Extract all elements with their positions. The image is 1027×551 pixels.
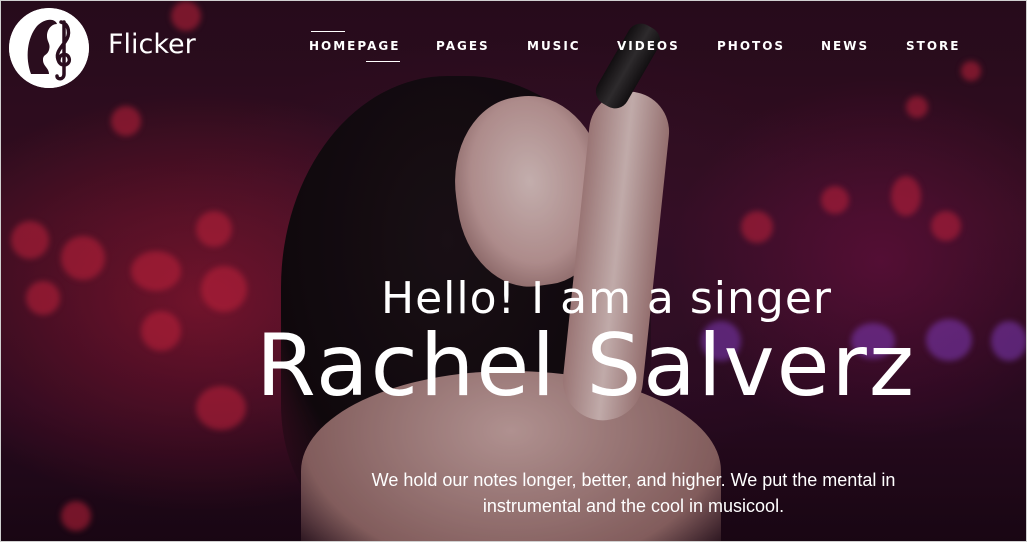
- nav-pages[interactable]: PAGES: [436, 39, 490, 53]
- logo-icon[interactable]: [9, 8, 89, 88]
- nav-store[interactable]: STORE: [906, 39, 960, 53]
- singer-treble-clef-icon: [9, 8, 89, 88]
- nav-news[interactable]: NEWS: [821, 39, 869, 53]
- hero-overlay: [1, 1, 1026, 541]
- hero-tagline-line-1: We hold our notes longer, better, and hi…: [371, 470, 896, 490]
- hero-banner: Flicker HOMEPAGE PAGES MUSIC VIDEOS PHOT…: [0, 0, 1027, 542]
- brand-name[interactable]: Flicker: [108, 29, 196, 60]
- nav-videos[interactable]: VIDEOS: [617, 39, 680, 53]
- nav-music[interactable]: MUSIC: [527, 39, 581, 53]
- hero-artist-name: Rachel Salverz: [256, 316, 916, 416]
- page-bottom-edge: [0, 542, 1027, 551]
- hero-tagline: We hold our notes longer, better, and hi…: [321, 467, 946, 519]
- nav-photos[interactable]: PHOTOS: [717, 39, 785, 53]
- nav-homepage[interactable]: HOMEPAGE: [309, 31, 401, 62]
- hero-tagline-line-2: instrumental and the cool in musicool.: [482, 496, 785, 516]
